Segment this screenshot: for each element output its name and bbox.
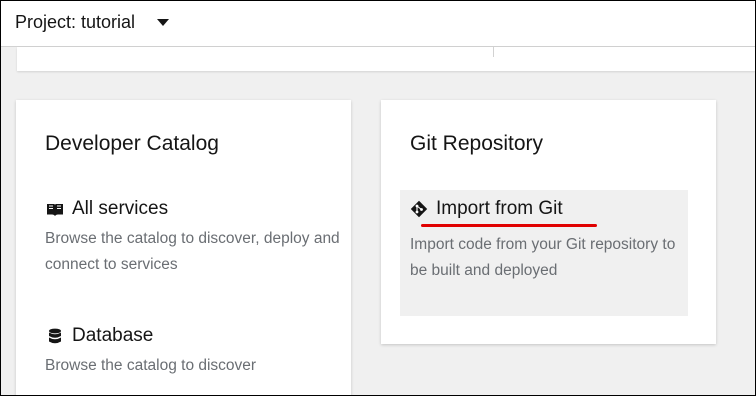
import-from-git-label: Import from Git (436, 198, 563, 219)
project-selector[interactable]: Project: tutorial (15, 9, 170, 35)
developer-catalog-title: Developer Catalog (45, 132, 219, 155)
project-label: Project: tutorial (15, 11, 136, 32)
import-from-git-description: Import code from your Git repository to … (410, 236, 676, 279)
all-services-label: All services (72, 198, 169, 219)
git-repository-title: Git Repository (410, 132, 544, 155)
project-bar: Project: tutorial (1, 1, 755, 47)
import-from-git-item[interactable]: Import from Git Import code from your Gi… (400, 190, 688, 316)
database-icon (45, 326, 65, 346)
git-icon (409, 199, 429, 219)
database-item[interactable]: Database Browse the catalog to discover (45, 325, 345, 379)
all-services-description: Browse the catalog to discover, deploy a… (45, 230, 340, 273)
window: Project: tutorial Developer Catalog All … (0, 0, 756, 396)
developer-catalog-card: Developer Catalog All services Browse th… (16, 100, 351, 395)
caret-down-icon (157, 18, 170, 26)
git-repository-card: Git Repository Import from Git Import co… (381, 100, 716, 344)
all-services-item[interactable]: All services Browse the catalog to disco… (45, 198, 345, 278)
database-description: Browse the catalog to discover (45, 357, 257, 374)
panel-divider (493, 47, 494, 57)
top-panel (17, 47, 755, 71)
database-label: Database (72, 325, 154, 346)
annotation-underline (421, 224, 597, 227)
book-icon (45, 199, 65, 219)
